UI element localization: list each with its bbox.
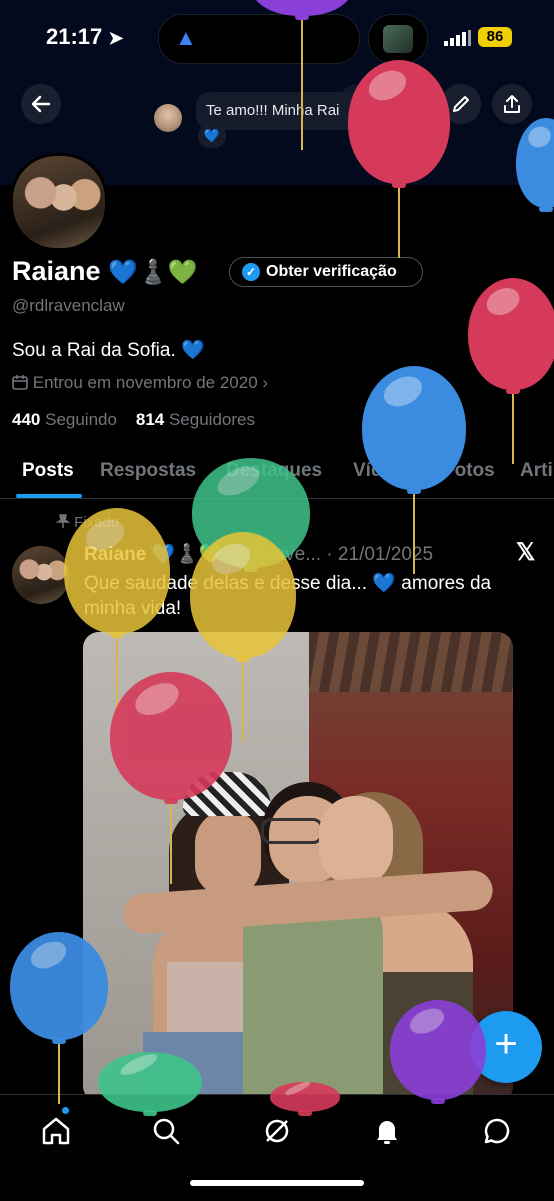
bell-icon[interactable] bbox=[367, 1111, 407, 1151]
message-reaction: 💙 bbox=[198, 124, 226, 148]
yellow-balloon bbox=[64, 508, 170, 634]
join-date[interactable]: Entrou em novembro de 2020 › bbox=[12, 373, 268, 393]
dynamic-island: ▲ bbox=[158, 14, 360, 64]
active-tab-indicator bbox=[16, 494, 82, 498]
tab-replies[interactable]: Respostas bbox=[100, 460, 196, 482]
purple-balloon bbox=[390, 1000, 486, 1100]
verified-badge-icon: ✓ bbox=[242, 263, 260, 281]
post-author-avatar[interactable] bbox=[12, 546, 70, 604]
back-button[interactable] bbox=[21, 84, 61, 124]
get-verified-button[interactable]: ✓ Obter verificação bbox=[229, 257, 423, 287]
person-1-face bbox=[195, 810, 261, 896]
album-art bbox=[383, 25, 413, 53]
calendar-icon bbox=[12, 375, 28, 390]
balloon-string bbox=[58, 1044, 60, 1104]
balloon-knot bbox=[298, 1110, 312, 1116]
profile-handle: @rdlravenclaw bbox=[12, 296, 125, 315]
balloon-knot bbox=[539, 206, 553, 212]
navigation-arrow-icon: ▲ bbox=[175, 25, 197, 50]
grok-nav-icon[interactable] bbox=[257, 1111, 297, 1151]
blue-balloon bbox=[10, 932, 108, 1040]
chevron-right-icon: › bbox=[262, 373, 269, 392]
green-balloon bbox=[98, 1050, 202, 1112]
home-indicator bbox=[190, 1180, 364, 1186]
balloon-string bbox=[413, 494, 415, 574]
join-date-text: Entrou em novembro de 2020 bbox=[32, 373, 258, 392]
balloon-string bbox=[512, 394, 514, 464]
red-balloon bbox=[270, 1079, 340, 1112]
balloon-string bbox=[170, 804, 172, 884]
share-icon bbox=[504, 95, 520, 113]
balloon-string bbox=[398, 188, 400, 258]
red-balloon bbox=[110, 672, 232, 800]
status-time: 21:17 ➤ bbox=[46, 24, 124, 49]
red-balloon bbox=[468, 278, 554, 390]
home-icon[interactable] bbox=[36, 1111, 76, 1151]
followers-link[interactable]: 814 Seguidores bbox=[136, 410, 255, 429]
red-balloon bbox=[348, 60, 450, 184]
explore-icon[interactable] bbox=[146, 1111, 186, 1151]
yellow-balloon bbox=[190, 532, 296, 658]
person-3-face bbox=[319, 796, 393, 886]
balloon-string bbox=[242, 662, 244, 742]
profile-avatar[interactable] bbox=[10, 153, 108, 251]
get-verified-label: Obter verificação bbox=[266, 263, 397, 280]
edit-icon bbox=[453, 96, 469, 112]
blue-balloon bbox=[362, 366, 466, 490]
following-link[interactable]: 440 Seguindo bbox=[12, 410, 117, 429]
profile-bio: Sou a Rai da Sofia. 💙 bbox=[12, 340, 205, 361]
profile-name: Raiane 💙♟️💚 bbox=[12, 256, 198, 286]
x-logo-icon[interactable]: 𝕏 bbox=[516, 538, 535, 567]
profile-name-emojis: 💙♟️💚 bbox=[108, 259, 198, 286]
tab-posts[interactable]: Posts bbox=[22, 460, 74, 482]
tab-articles[interactable]: Arti bbox=[520, 460, 553, 482]
follow-stats: 440 Seguindo 814 Seguidores bbox=[12, 410, 255, 430]
now-playing-island bbox=[368, 14, 428, 64]
balloon-knot bbox=[431, 1098, 445, 1104]
person-2-glasses bbox=[261, 818, 323, 844]
plus-icon: + bbox=[494, 1022, 518, 1066]
sender-avatar bbox=[154, 104, 182, 132]
back-arrow-icon bbox=[31, 95, 51, 113]
balloon-knot bbox=[143, 1110, 157, 1116]
share-button[interactable] bbox=[492, 84, 532, 124]
pin-icon bbox=[55, 514, 71, 528]
signal-icon bbox=[444, 30, 471, 46]
photo-roof bbox=[309, 632, 513, 692]
balloon-string bbox=[301, 20, 303, 150]
battery-indicator: 86 bbox=[478, 27, 512, 47]
messages-icon[interactable] bbox=[477, 1111, 517, 1151]
